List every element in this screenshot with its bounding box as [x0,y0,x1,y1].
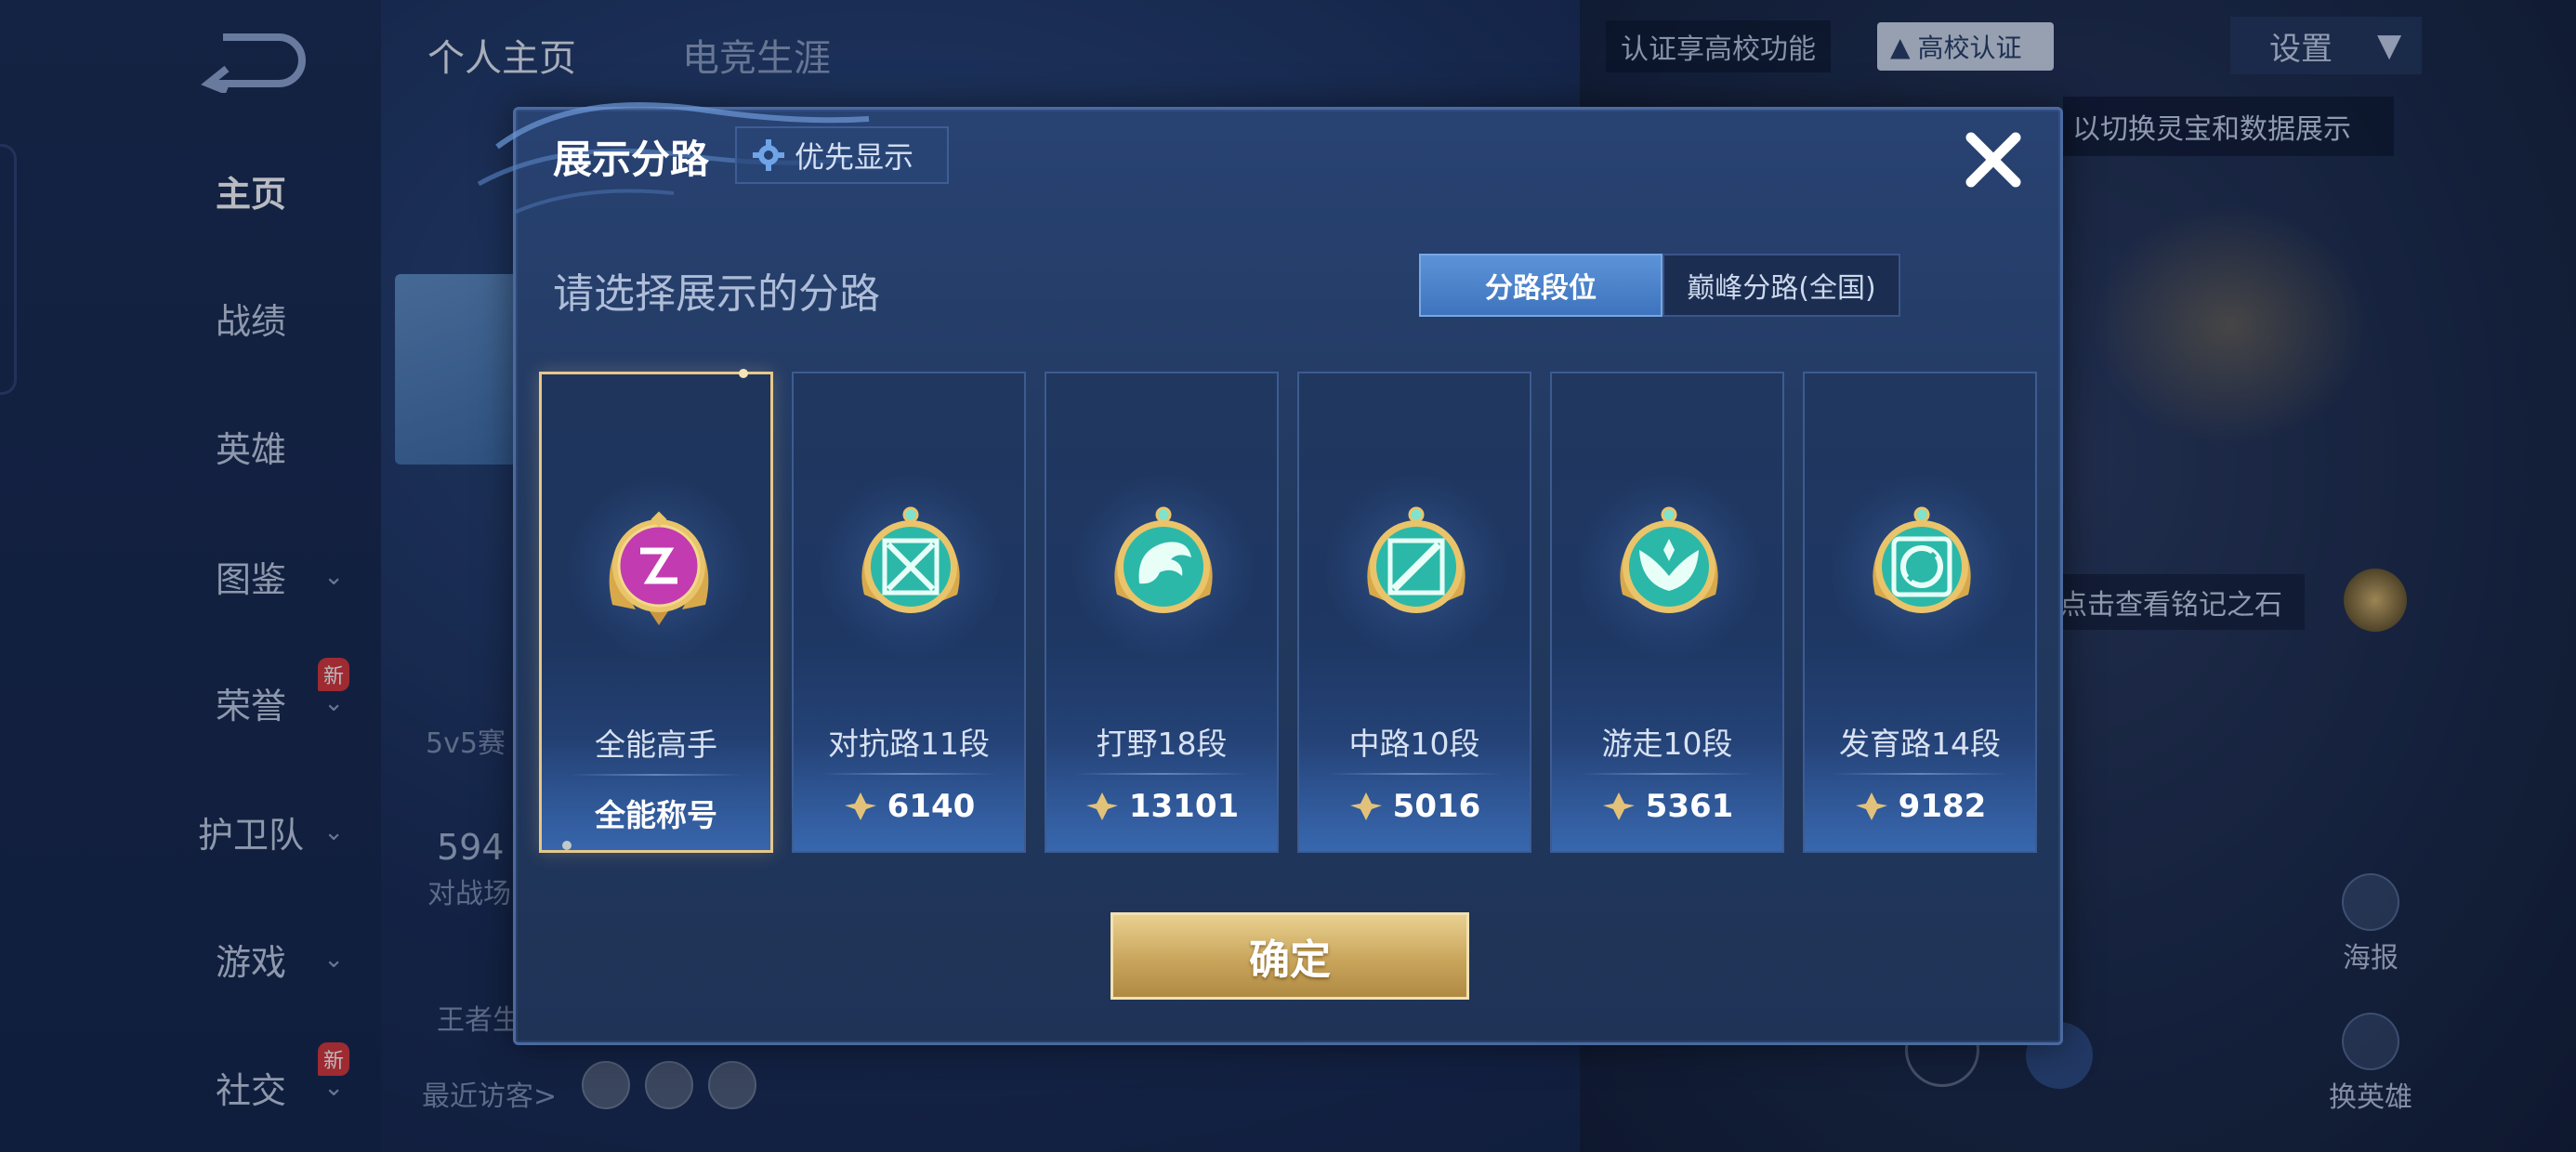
lane-points-value: 5016 [1392,788,1481,825]
lane-card-farm[interactable]: 发育路14段 9182 [1803,372,2037,853]
lane-name: 打野18段 [1096,726,1228,762]
lane-points-value: 13101 [1128,788,1240,825]
select-prompt: 请选择展示的分路 [553,270,880,318]
lane-points: 9182 [1805,788,2035,825]
lane-name: 对抗路11段 [828,726,990,762]
clash-lane-emblem-icon [861,506,960,613]
close-icon[interactable] [1954,121,2032,199]
lane-points-value: 6140 [887,788,976,825]
mid-lane-emblem-icon [1367,506,1465,613]
lane-card-all-round[interactable]: 全能高手 全能称号 [539,369,773,853]
jungle-emblem-icon [1114,506,1213,613]
confirm-button[interactable]: 确定 [1111,912,1469,1000]
lane-card-mid[interactable]: 中路10段 5016 [1297,372,1531,853]
lane-card-clash[interactable]: 对抗路11段 6140 [792,372,1026,853]
corner-sparkle [739,369,748,378]
farm-lane-emblem-icon [1873,506,1971,613]
priority-display-button[interactable]: 优先显示 [735,126,949,184]
lane-points-icon [844,792,876,820]
lane-name: 全能高手 [595,727,717,763]
lane-points-value: 5361 [1645,788,1734,825]
lane-card-roam[interactable]: 游走10段 5361 [1550,372,1784,853]
lane-name: 中路10段 [1348,726,1480,762]
lane-card-jungle[interactable]: 打野18段 13101 [1045,372,1279,853]
lane-points-icon [1855,792,1887,820]
lane-points-icon [1602,792,1635,820]
lane-points: 13101 [1046,788,1277,825]
all-round-emblem-icon [609,511,709,625]
lane-name: 游走10段 [1601,726,1733,762]
lane-points-value: 9182 [1898,788,1987,825]
all-round-title-tag: 全能称号 [595,797,717,833]
tab-lane-rank[interactable]: 分路段位 [1419,254,1663,317]
lane-points-icon [1085,792,1118,820]
roam-emblem-icon [1620,506,1718,613]
dialog-title: 展示分路 [553,137,710,182]
lane-name: 发育路14段 [1839,726,2001,762]
priority-label: 优先显示 [795,139,914,175]
lane-points: 6140 [794,788,1024,825]
lane-points: 5361 [1552,788,1782,825]
tab-peak-lane[interactable]: 巅峰分路(全国) [1663,254,1900,317]
lane-points-icon [1349,792,1382,820]
lane-display-dialog: 展示分路 优先显示 请选择展示的分路 分路段位 巅峰分路(全国) 全能高手 全能… [477,102,2063,1045]
gear-icon [753,139,784,171]
lane-points: 5016 [1299,788,1530,825]
